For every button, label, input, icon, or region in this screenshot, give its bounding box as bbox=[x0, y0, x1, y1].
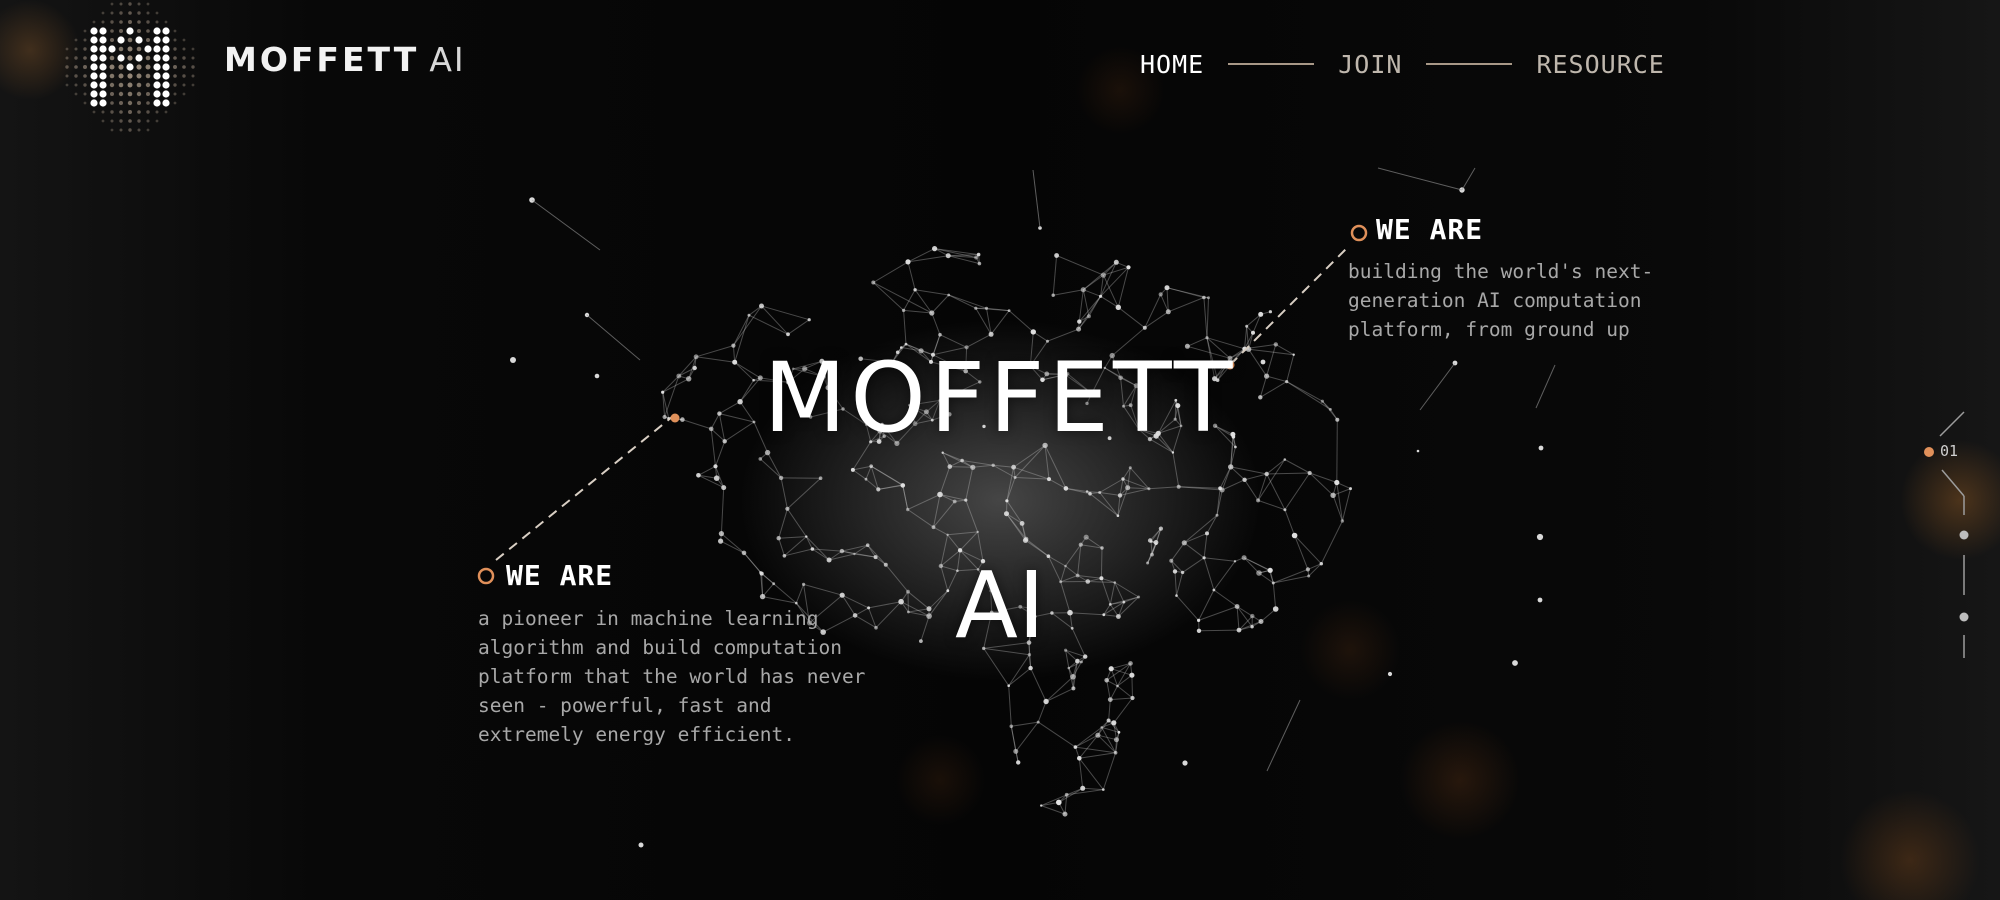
right-callout-text: building the world's next- generation AI… bbox=[1348, 260, 1654, 341]
main-nav: HOME JOIN RESOURCE bbox=[1140, 46, 1665, 82]
brand-name: MOFFETT bbox=[224, 40, 420, 79]
right-callout-ring-icon bbox=[1350, 224, 1368, 242]
left-callout-text: a pioneer in machine learning algorithm … bbox=[478, 607, 866, 746]
pager-current-number: 01 bbox=[1940, 442, 1959, 460]
nav-resource-link[interactable]: RESOURCE bbox=[1536, 50, 1664, 79]
nav-home-link[interactable]: HOME bbox=[1140, 50, 1204, 79]
left-callout-connector bbox=[477, 413, 680, 585]
pager-dot-2[interactable] bbox=[1959, 530, 1969, 540]
hero-subtitle: AI bbox=[954, 552, 1046, 659]
nav-divider bbox=[1228, 63, 1315, 65]
right-callout-connector bbox=[1225, 224, 1368, 370]
hero-title: MOFFETT bbox=[763, 342, 1237, 454]
pager-active-dot[interactable] bbox=[1924, 447, 1934, 457]
hero-section: MOFFETT AI HOME JOIN RESOURCE MOFFETT AI … bbox=[0, 0, 2000, 900]
nav-join-link[interactable]: JOIN bbox=[1338, 50, 1402, 79]
pager-dot-3[interactable] bbox=[1959, 612, 1969, 622]
left-anchor-dot bbox=[670, 413, 680, 423]
brand-suffix: AI bbox=[429, 40, 466, 79]
brand-wordmark[interactable]: MOFFETT AI bbox=[224, 40, 466, 79]
left-callout-ring-icon bbox=[477, 567, 495, 585]
left-callout-title: WE ARE bbox=[506, 559, 614, 592]
right-callout-title: WE ARE bbox=[1376, 213, 1484, 246]
moffett-dot-matrix-m-logo[interactable] bbox=[55, 0, 205, 135]
nav-divider bbox=[1426, 63, 1513, 65]
